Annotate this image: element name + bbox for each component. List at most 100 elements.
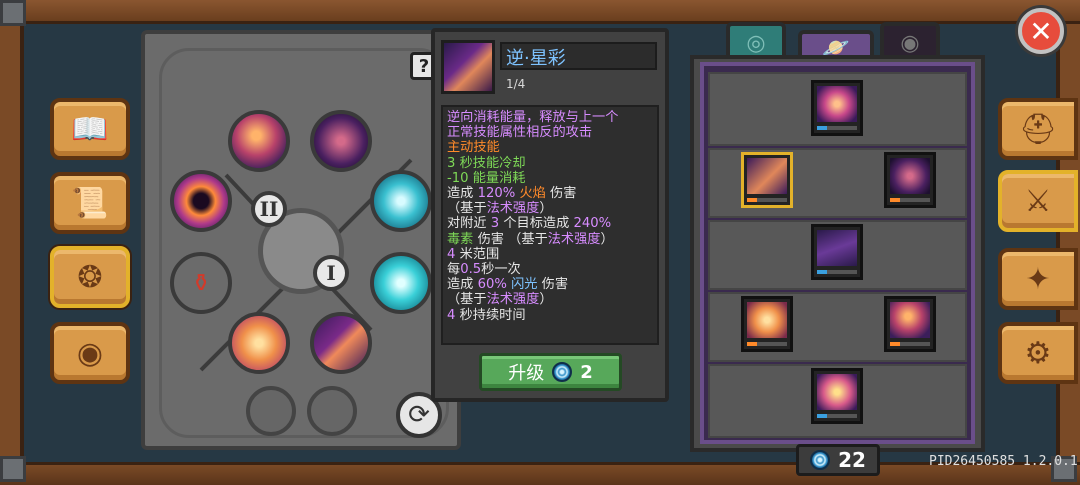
scroll-icon: 📜	[71, 185, 109, 221]
description-line: 主动技能	[447, 140, 653, 155]
compass-icon: ✦	[1025, 261, 1051, 297]
frame-corner	[0, 0, 26, 26]
tab-compass[interactable]: ✦	[998, 248, 1078, 310]
description-segment: 对附近	[447, 216, 491, 232]
description-segment: 法术强度	[486, 292, 540, 308]
description-segment: （基于	[447, 201, 487, 217]
skill-slot-vortex[interactable]	[170, 170, 232, 232]
book-icon: 📖	[71, 111, 109, 147]
close-icon: ✕	[1029, 14, 1053, 48]
description-line: 毒素 伤害 （基于法术强度）	[447, 232, 653, 247]
skill-slot-sun[interactable]	[228, 312, 290, 374]
skill-slot-slash[interactable]	[310, 110, 372, 172]
description-line: 造成 120% 火焰 伤害	[447, 186, 653, 201]
tab-codex[interactable]: 📖	[50, 98, 130, 160]
description-segment: 秒持续时间	[455, 307, 526, 323]
description-line: （基于法术强度）	[447, 201, 653, 216]
description-segment: 120%	[477, 186, 516, 202]
description-segment: 个目标造成	[499, 216, 574, 232]
description-line: 正常技能属性相反的攻击	[447, 125, 653, 140]
gear-icon: ⚙	[1024, 335, 1052, 371]
description-segment: 法术强度	[486, 201, 540, 217]
spiral-icon: ◉	[900, 30, 920, 56]
tree-node-slash[interactable]	[884, 152, 936, 208]
description-segment: 每	[447, 262, 461, 278]
tree-node-reverse-star[interactable]	[741, 152, 793, 208]
description-segment: 伤害	[545, 186, 577, 202]
swords-icon: ⚔	[1024, 183, 1052, 219]
description-line: 3 秒技能冷却	[447, 156, 653, 171]
description-segment: ）	[539, 201, 553, 217]
description-segment: 秒一次	[481, 262, 521, 278]
frame-corner	[0, 456, 26, 482]
gem-counter: 22	[796, 444, 880, 476]
description-line: 对附近 3 个目标造成 240%	[447, 216, 653, 231]
skill-icon	[441, 40, 495, 94]
description-segment: 逆向消耗能量，释放与上一个	[447, 110, 619, 125]
description-segment: 火焰	[515, 186, 546, 202]
description-segment: 米范围	[455, 246, 500, 262]
tab-scroll[interactable]: 📜	[50, 172, 130, 234]
gem-icon	[552, 362, 573, 382]
description-line: 逆向消耗能量，释放与上一个	[447, 110, 653, 125]
item-slot-potion[interactable]: ⚱	[170, 252, 232, 314]
gem-icon	[810, 450, 831, 470]
tab-settings[interactable]: ⚙	[998, 322, 1078, 384]
description-segment: 造成	[447, 277, 478, 293]
slot-two-marker: II	[251, 191, 287, 227]
tab-character[interactable]: ⛑	[998, 98, 1078, 160]
description-segment: 60%	[477, 277, 507, 293]
skill-slot-lightning[interactable]	[370, 170, 432, 232]
description-segment: 法术强度	[547, 231, 601, 247]
skill-level: 1/4	[506, 77, 526, 91]
upgrade-button[interactable]: 升级 2	[479, 353, 622, 391]
helmet-icon: ⛑	[1018, 111, 1058, 147]
description-segment: 3 秒技能冷却	[447, 155, 526, 171]
version-label: PID26450585 1.2.0.1	[929, 454, 1078, 469]
description-segment: 造成	[447, 186, 478, 202]
skill-slot-reverse-star[interactable]	[310, 312, 372, 374]
upgrade-label: 升级	[508, 363, 545, 384]
description-segment: -10 能量消耗	[447, 170, 526, 186]
skill-slot-ice[interactable]	[370, 252, 432, 314]
description-segment: 伤害	[537, 277, 569, 293]
empty-slot[interactable]	[307, 386, 357, 436]
whirl-icon: ◎	[746, 30, 766, 56]
description-segment: 伤害 （基于	[473, 231, 548, 247]
tree-node-galaxy[interactable]	[811, 80, 863, 136]
wooden-frame-top	[0, 0, 1080, 24]
empty-slot[interactable]	[246, 386, 296, 436]
description-segment: 0.5	[460, 262, 482, 278]
gem-count: 22	[838, 448, 866, 472]
upgrade-cost: 2	[580, 361, 593, 383]
skill-description: 逆向消耗能量，释放与上一个 正常技能属性相反的攻击 主动技能 3 秒技能冷却 -10 能…	[441, 105, 659, 345]
tab-skills[interactable]: ❂	[50, 246, 130, 308]
description-segment: 正常技能属性相反的攻击	[447, 125, 593, 141]
tree-node-comet[interactable]	[884, 296, 936, 352]
skill-name: 逆·星彩	[506, 48, 566, 69]
tab-talents[interactable]: ⚔	[998, 170, 1078, 232]
refresh-icon: ⟳	[408, 400, 430, 430]
skill-slot-comet[interactable]	[228, 110, 290, 172]
description-segment: （基于	[447, 292, 487, 308]
description-line: 造成 60% 闪光 伤害	[447, 277, 653, 292]
description-segment: 主动技能	[447, 140, 500, 156]
close-button[interactable]: ✕	[1018, 8, 1064, 54]
description-segment: 240%	[573, 216, 612, 232]
wooden-frame-bottom	[0, 462, 1080, 485]
description-segment: 3	[490, 216, 500, 232]
paw-icon: ❂	[77, 259, 103, 295]
tab-mount[interactable]: ◉	[50, 322, 130, 384]
description-segment: 闪光	[506, 277, 538, 293]
potion-icon: ⚱	[190, 269, 212, 297]
description-segment: 毒素	[447, 231, 474, 247]
tree-node-meteor[interactable]	[811, 224, 863, 280]
slot-one-marker: I	[313, 255, 349, 291]
description-line: -10 能量消耗	[447, 171, 653, 186]
description-line: 4 米范围	[447, 247, 653, 262]
tree-node-tome[interactable]	[811, 368, 863, 424]
description-line: 每0.5秒一次	[447, 262, 653, 277]
description-segment: ）	[600, 231, 614, 247]
tree-node-sun[interactable]	[741, 296, 793, 352]
description-line: （基于法术强度）	[447, 292, 653, 307]
